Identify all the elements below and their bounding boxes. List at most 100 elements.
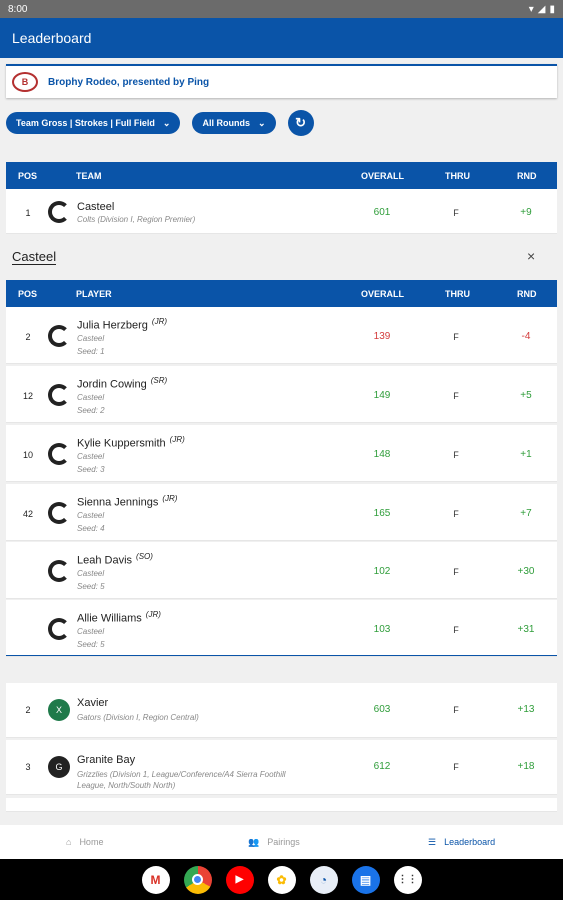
casteel-logo-icon <box>48 325 70 347</box>
player-thru: F <box>453 509 459 519</box>
golf-app-icon[interactable]: ◔ <box>309 865 338 894</box>
team-row[interactable]: 1 Casteel Colts (Division I, Region Prem… <box>6 189 557 234</box>
rounds-filter-dropdown[interactable]: All Rounds ⌄ <box>192 112 276 134</box>
player-table-header: POS PLAYER OVERALL THRU RND <box>6 280 557 307</box>
team-name: Xavier <box>77 697 109 709</box>
player-year: (JR) <box>169 435 185 444</box>
player-name: Jordin Cowing (SR) <box>77 376 168 391</box>
refresh-button[interactable]: ↻ <box>287 110 314 136</box>
team-rnd: +18 <box>517 761 535 772</box>
casteel-logo-icon <box>48 560 70 582</box>
status-bar: 8:00 ▾ ◢ ▮ <box>0 0 563 18</box>
player-overall: 103 <box>373 624 391 635</box>
team-name: Casteel <box>77 201 115 213</box>
player-thru: F <box>453 391 459 401</box>
people-icon: 👥 <box>248 836 260 847</box>
team-overall: 612 <box>373 761 391 772</box>
nav-home-label: Home <box>79 837 104 847</box>
player-year: (SR) <box>150 376 168 385</box>
scoring-filter-dropdown[interactable]: Team Gross | Strokes | Full Field ⌄ <box>6 112 181 134</box>
signal-icon: ◢ <box>537 3 546 15</box>
team-row-partial[interactable] <box>6 798 557 812</box>
nav-leaderboard[interactable]: ☰ Leaderboard <box>428 837 495 848</box>
apps-grid-icon[interactable]: ⋮⋮ <box>393 865 422 894</box>
expanded-team-title: Casteel <box>12 249 57 265</box>
team-rnd: +9 <box>520 207 532 218</box>
list-icon: ☰ <box>428 836 437 847</box>
header-rnd: RND <box>517 289 537 299</box>
event-name: Brophy Rodeo, presented by Ping <box>48 76 210 88</box>
chrome-icon[interactable] <box>183 865 212 894</box>
player-row[interactable]: 10 Kylie Kuppersmith (JR) Casteel Seed: 3… <box>6 425 557 482</box>
player-school: Casteel <box>77 334 105 343</box>
team-subtitle-2: League, North/South North) <box>77 781 176 790</box>
player-rnd: +30 <box>517 566 535 577</box>
player-thru: F <box>453 567 459 577</box>
player-thru: F <box>453 625 459 635</box>
event-logo-icon: B <box>12 72 38 92</box>
player-pos: 12 <box>22 391 33 401</box>
wifi-icon: ▾ <box>528 3 534 15</box>
close-icon[interactable]: × <box>527 248 535 264</box>
player-pos: 2 <box>25 332 31 342</box>
player-seed: Seed: 2 <box>77 406 105 415</box>
team-pos: 1 <box>25 208 31 218</box>
player-overall: 139 <box>373 331 391 342</box>
nav-home[interactable]: ⌂ Home <box>66 837 103 847</box>
youtube-icon[interactable]: ▶ <box>225 865 254 894</box>
header-team: TEAM <box>76 171 102 181</box>
team-table-header: POS TEAM OVERALL THRU RND <box>6 162 557 189</box>
gmail-icon[interactable]: M <box>141 865 170 894</box>
player-seed: Seed: 5 <box>77 582 105 591</box>
photos-icon[interactable]: ✿ <box>267 865 296 894</box>
bottom-navigation: ⌂ Home 👥 Pairings ☰ Leaderboard <box>0 825 563 859</box>
status-time: 8:00 <box>8 3 28 15</box>
player-name: Allie Williams (JR) <box>77 610 161 625</box>
player-rnd: +7 <box>520 508 532 519</box>
player-row[interactable]: 2 Julia Herzberg (JR) Casteel Seed: 1 139… <box>6 307 557 364</box>
team-row[interactable]: 3 G Granite Bay Grizzlies (Division 1, L… <box>6 740 557 795</box>
header-thru: THRU <box>445 171 470 181</box>
player-school: Casteel <box>77 627 105 636</box>
team-pos: 2 <box>25 705 31 715</box>
battery-icon: ▮ <box>549 3 555 15</box>
rounds-filter-label: All Rounds <box>202 118 250 128</box>
player-school: Casteel <box>77 569 105 578</box>
header-pos: POS <box>18 171 38 181</box>
casteel-logo-icon <box>48 502 70 524</box>
team-subtitle: Colts (Division I, Region Premier) <box>77 215 196 224</box>
player-name: Leah Davis (SO) <box>77 552 153 567</box>
team-pos: 3 <box>25 762 31 772</box>
player-school: Casteel <box>77 511 105 520</box>
player-thru: F <box>453 332 459 342</box>
nav-pairings[interactable]: 👥 Pairings <box>248 837 300 848</box>
player-seed: Seed: 4 <box>77 524 105 533</box>
team-subtitle: Gators (Division I, Region Central) <box>77 713 199 722</box>
header-player: PLAYER <box>76 289 112 299</box>
player-rnd: +5 <box>520 390 532 401</box>
player-seed: Seed: 3 <box>77 465 105 474</box>
player-row[interactable]: Allie Williams (JR) Casteel Seed: 5 103 F… <box>6 600 557 657</box>
player-name: Julia Herzberg (JR) <box>77 317 168 332</box>
player-seed: Seed: 5 <box>77 640 105 649</box>
filter-bar: Team Gross | Strokes | Full Field ⌄ All … <box>6 110 314 136</box>
scoring-filter-label: Team Gross | Strokes | Full Field <box>16 118 155 128</box>
player-overall: 165 <box>373 508 391 519</box>
app-bar: Leaderboard <box>0 18 563 58</box>
player-overall: 148 <box>373 449 391 460</box>
player-thru: F <box>453 450 459 460</box>
chevron-down-icon: ⌄ <box>257 117 266 128</box>
player-row[interactable]: 12 Jordin Cowing (SR) Casteel Seed: 2 149… <box>6 366 557 423</box>
team-row[interactable]: 2 X Xavier Gators (Division I, Region Ce… <box>6 683 557 738</box>
player-pos: 42 <box>22 509 33 519</box>
casteel-logo-icon <box>48 443 70 465</box>
event-card[interactable]: B Brophy Rodeo, presented by Ping <box>6 64 557 98</box>
messages-icon[interactable]: ▤ <box>351 865 380 894</box>
player-row[interactable]: 42 Sienna Jennings (JR) Casteel Seed: 4 1… <box>6 484 557 541</box>
header-pos: POS <box>18 289 38 299</box>
header-thru: THRU <box>445 289 470 299</box>
player-row[interactable]: Leah Davis (SO) Casteel Seed: 5 102 F +30 <box>6 542 557 599</box>
player-rnd: -4 <box>521 331 531 342</box>
casteel-logo-icon <box>48 384 70 406</box>
player-name: Sienna Jennings (JR) <box>77 494 178 509</box>
